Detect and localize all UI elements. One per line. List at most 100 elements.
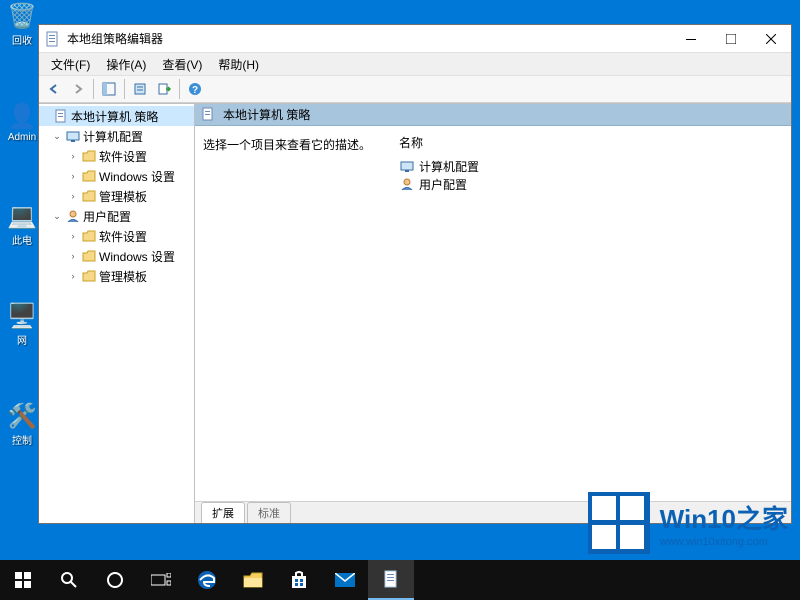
list-item-label: 用户配置 xyxy=(419,176,467,193)
collapse-icon[interactable]: ⌄ xyxy=(51,211,63,222)
tree-label: Windows 设置 xyxy=(99,168,175,185)
tree-root[interactable]: 本地计算机 策略 xyxy=(39,106,194,126)
titlebar[interactable]: 本地组策略编辑器 xyxy=(39,25,791,53)
toolbar: ? xyxy=(39,75,791,103)
task-view-button[interactable] xyxy=(138,560,184,600)
desktop-icon-recycle-bin[interactable]: 🗑️ 回收 xyxy=(6,0,38,60)
taskbar-gpedit[interactable] xyxy=(368,560,414,600)
properties-button[interactable] xyxy=(129,78,151,100)
desktop-icon-admin[interactable]: 👤 Admin xyxy=(6,100,38,160)
tree-label: Windows 设置 xyxy=(99,248,175,265)
tree-software-settings-user[interactable]: › 软件设置 xyxy=(39,226,194,246)
export-button[interactable] xyxy=(153,78,175,100)
tree-label: 本地计算机 策略 xyxy=(71,108,158,125)
desktop-icon-label: 控制 xyxy=(12,432,32,447)
desktop-icon-label: Admin xyxy=(8,132,36,143)
help-button[interactable]: ? xyxy=(184,78,206,100)
taskbar-edge[interactable] xyxy=(184,560,230,600)
list-item-user-config[interactable]: 用户配置 xyxy=(395,175,787,193)
maximize-button[interactable] xyxy=(711,25,751,53)
svg-text:?: ? xyxy=(192,85,198,96)
tree-software-settings[interactable]: › 软件设置 xyxy=(39,146,194,166)
tree-admin-templates-user[interactable]: › 管理模板 xyxy=(39,266,194,286)
menu-view[interactable]: 查看(V) xyxy=(154,54,210,75)
description-prompt: 选择一个项目来查看它的描述。 xyxy=(203,136,383,153)
desktop-icon-label: 此电 xyxy=(12,232,32,247)
list-column: 名称 计算机配置 用户配置 xyxy=(391,126,791,501)
policy-icon xyxy=(53,108,69,124)
window-title: 本地组策略编辑器 xyxy=(67,30,671,47)
folder-icon xyxy=(81,168,97,184)
column-header-name[interactable]: 名称 xyxy=(395,132,787,157)
tab-standard[interactable]: 标准 xyxy=(247,502,291,523)
desktop-icon-network[interactable]: 🖥️ 网 xyxy=(6,300,38,360)
recycle-bin-icon: 🗑️ xyxy=(6,0,38,32)
menu-action[interactable]: 操作(A) xyxy=(98,54,154,75)
desktop-icon-control-panel[interactable]: 🛠️ 控制 xyxy=(6,400,38,460)
tree-computer-config[interactable]: ⌄ 计算机配置 xyxy=(39,126,194,146)
desktop-icon-this-pc[interactable]: 💻 此电 xyxy=(6,200,38,260)
tree-label: 管理模板 xyxy=(99,188,147,205)
folder-icon xyxy=(81,188,97,204)
tree-label: 管理模板 xyxy=(99,268,147,285)
cortana-button[interactable] xyxy=(92,560,138,600)
gpedit-window: 本地组策略编辑器 文件(F) 操作(A) 查看(V) 帮助(H) ? xyxy=(38,24,792,524)
minimize-button[interactable] xyxy=(671,25,711,53)
tree-windows-settings-user[interactable]: › Windows 设置 xyxy=(39,246,194,266)
windows-logo-icon xyxy=(588,492,650,554)
network-icon: 🖥️ xyxy=(6,300,38,332)
forward-button[interactable] xyxy=(67,78,89,100)
folder-icon xyxy=(81,268,97,284)
desktop-icons: 🗑️ 回收 👤 Admin 💻 此电 🖥️ 网 🛠️ 控制 xyxy=(6,0,38,470)
separator xyxy=(179,79,180,99)
app-icon xyxy=(45,31,61,47)
watermark-url: www.win10xitong.com xyxy=(660,536,788,548)
list-item-computer-config[interactable]: 计算机配置 xyxy=(395,157,787,175)
taskbar-store[interactable] xyxy=(276,560,322,600)
policy-icon xyxy=(201,107,217,123)
expand-icon[interactable]: › xyxy=(67,251,79,261)
menu-help[interactable]: 帮助(H) xyxy=(210,54,267,75)
user-icon: 👤 xyxy=(6,100,38,132)
separator xyxy=(93,79,94,99)
desktop-icon-label: 回收 xyxy=(12,32,32,47)
collapse-icon[interactable]: ⌄ xyxy=(51,131,63,142)
menu-file[interactable]: 文件(F) xyxy=(43,54,98,75)
start-button[interactable] xyxy=(0,560,46,600)
taskbar-mail[interactable] xyxy=(322,560,368,600)
search-button[interactable] xyxy=(46,560,92,600)
tree-user-config[interactable]: ⌄ 用户配置 xyxy=(39,206,194,226)
window-body: 本地计算机 策略 ⌄ 计算机配置 › 软件设置 › Windows 设置 › 管… xyxy=(39,103,791,523)
user-config-icon xyxy=(399,176,415,192)
menubar: 文件(F) 操作(A) 查看(V) 帮助(H) xyxy=(39,53,791,75)
tree-admin-templates[interactable]: › 管理模板 xyxy=(39,186,194,206)
desktop-icon-label: 网 xyxy=(17,332,27,347)
show-hide-tree-button[interactable] xyxy=(98,78,120,100)
back-button[interactable] xyxy=(43,78,65,100)
details-pane: 本地计算机 策略 选择一个项目来查看它的描述。 名称 计算机配置 用户配置 xyxy=(195,104,791,523)
tree-pane[interactable]: 本地计算机 策略 ⌄ 计算机配置 › 软件设置 › Windows 设置 › 管… xyxy=(39,104,195,523)
computer-config-icon xyxy=(65,128,81,144)
computer-icon: 💻 xyxy=(6,200,38,232)
folder-icon xyxy=(81,248,97,264)
expand-icon[interactable]: › xyxy=(67,191,79,201)
close-button[interactable] xyxy=(751,25,791,53)
list-item-label: 计算机配置 xyxy=(419,158,479,175)
tree-label: 软件设置 xyxy=(99,228,147,245)
tree-windows-settings[interactable]: › Windows 设置 xyxy=(39,166,194,186)
tab-extended[interactable]: 扩展 xyxy=(201,502,245,523)
details-header-title: 本地计算机 策略 xyxy=(223,106,310,123)
watermark-title: Win10之家 xyxy=(660,499,788,536)
expand-icon[interactable]: › xyxy=(67,271,79,281)
description-column: 选择一个项目来查看它的描述。 xyxy=(195,126,391,501)
control-panel-icon: 🛠️ xyxy=(6,400,38,432)
tree-label: 计算机配置 xyxy=(83,128,143,145)
folder-icon xyxy=(81,228,97,244)
expand-icon[interactable]: › xyxy=(67,171,79,181)
separator xyxy=(124,79,125,99)
expand-icon[interactable]: › xyxy=(67,151,79,161)
expand-icon[interactable]: › xyxy=(67,231,79,241)
taskbar-explorer[interactable] xyxy=(230,560,276,600)
computer-config-icon xyxy=(399,158,415,174)
details-body: 选择一个项目来查看它的描述。 名称 计算机配置 用户配置 xyxy=(195,126,791,501)
